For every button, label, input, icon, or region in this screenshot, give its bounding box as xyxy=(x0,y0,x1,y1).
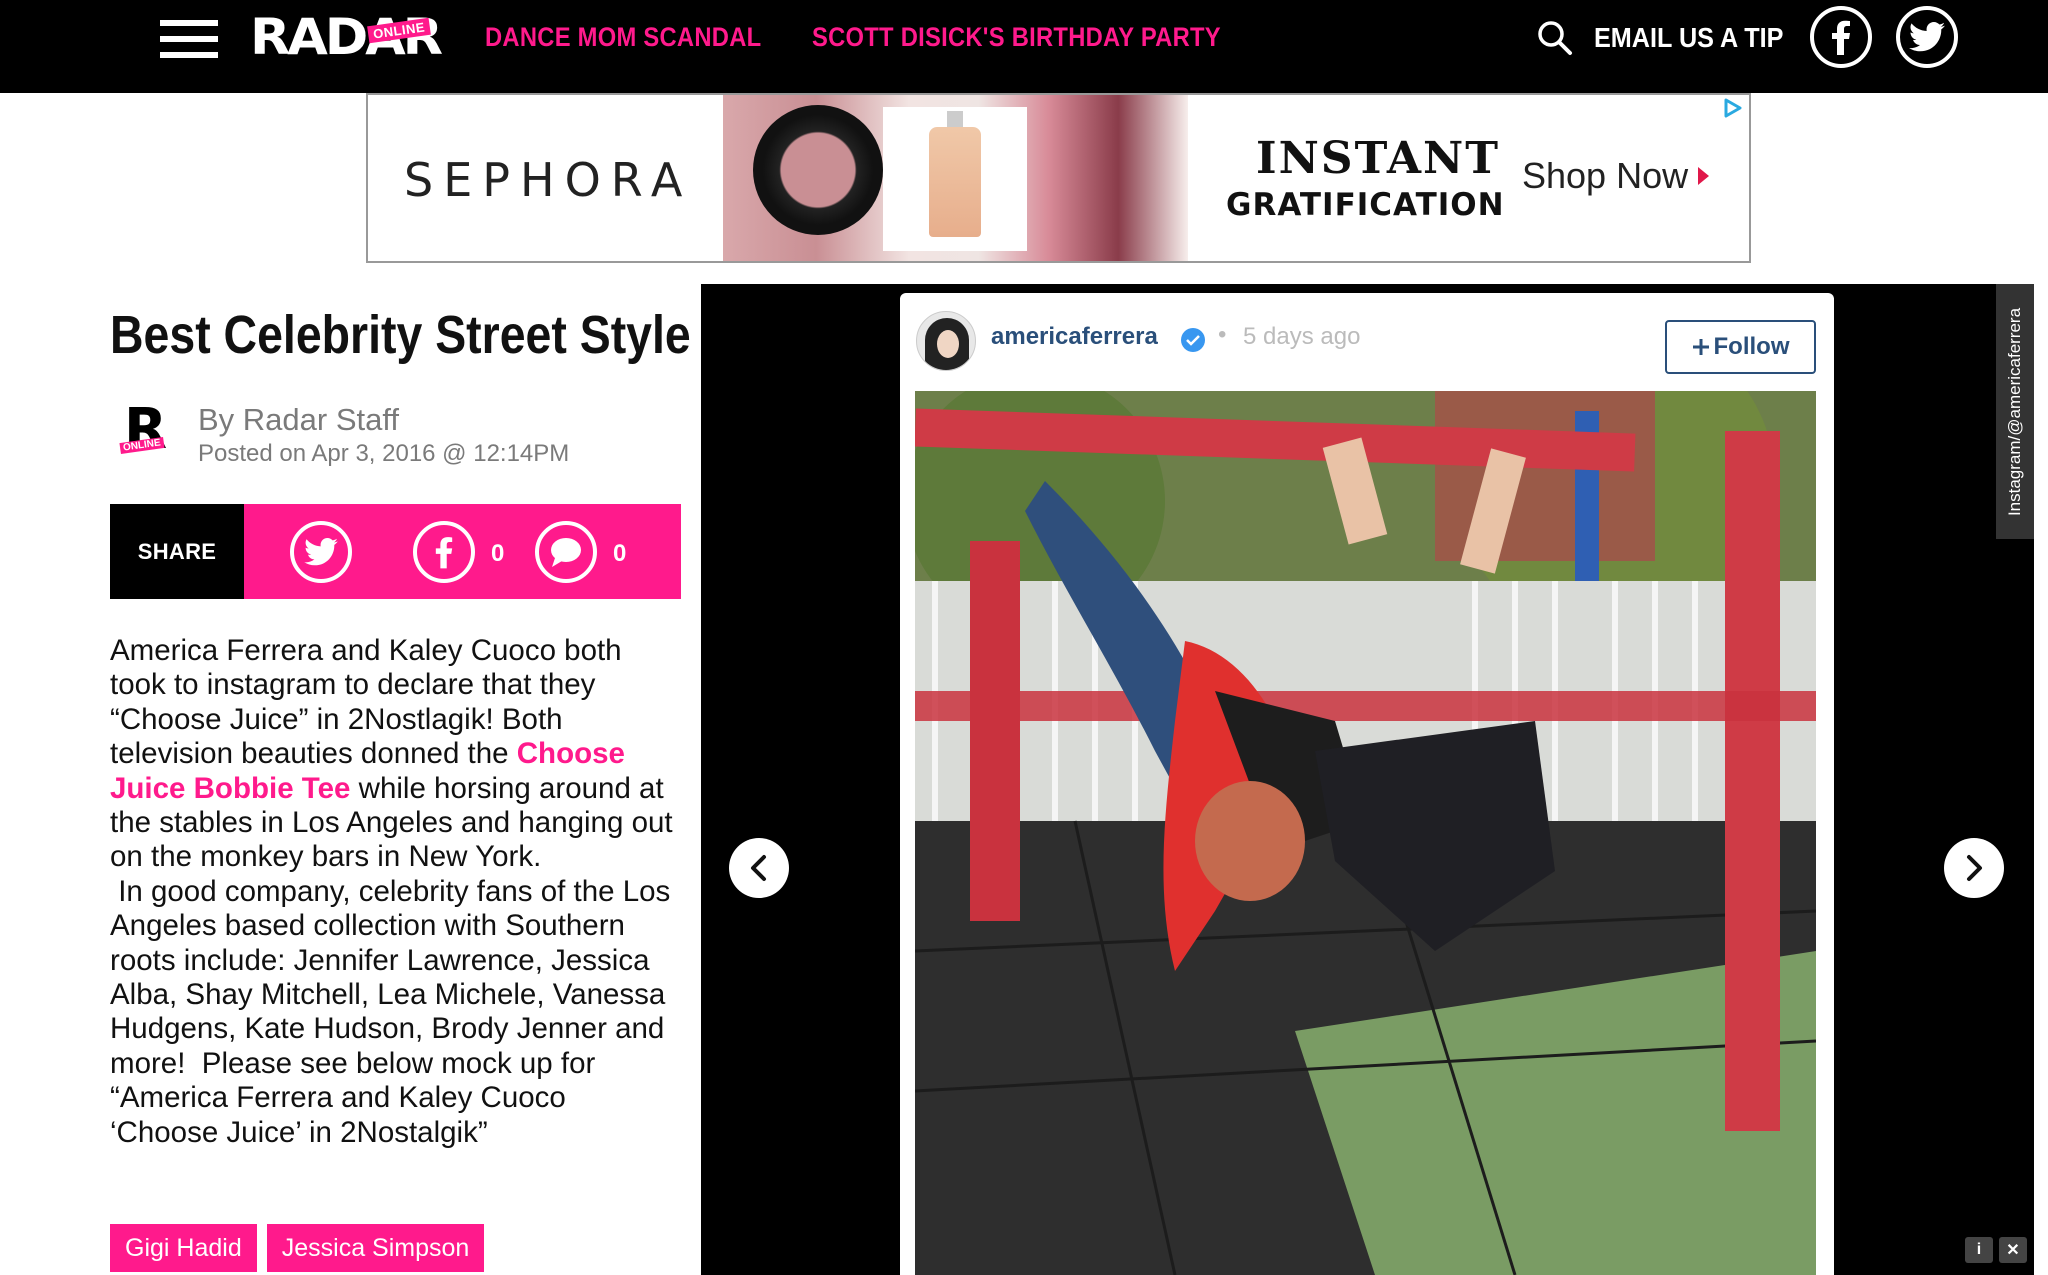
facebook-icon xyxy=(435,537,453,569)
share-bar: SHARE 0 0 xyxy=(110,504,681,599)
ad-shop-now[interactable]: Shop Now xyxy=(1522,155,1710,197)
verified-badge-icon xyxy=(1181,328,1205,352)
plus-icon xyxy=(1692,339,1709,355)
adchoices-icon[interactable] xyxy=(1721,97,1743,119)
bottle-image xyxy=(883,107,1027,251)
photo-credit-text: Instagram/@americaferrera xyxy=(2005,307,2024,516)
photo-gallery: americaferrera • 5 days ago Follow Insta… xyxy=(701,284,2034,1275)
site-logo[interactable]: RADAR ONLINE xyxy=(250,12,443,62)
nav-link-scott-disick-birthday[interactable]: SCOTT DISICK'S BIRTHDAY PARTY xyxy=(812,20,1221,54)
twitter-icon xyxy=(1909,22,1945,52)
instagram-photo[interactable] xyxy=(915,391,1816,1275)
twitter-button[interactable] xyxy=(1896,6,1958,68)
tag-list: Gigi Hadid Jessica Simpson xyxy=(110,1224,485,1272)
article-paragraph: America Ferrera and Kaley Cuoco both too… xyxy=(110,634,673,874)
ad-product-image xyxy=(723,95,1188,261)
share-facebook-button[interactable] xyxy=(413,521,475,583)
comment-count: 0 xyxy=(613,540,627,567)
monkey-bars-photo xyxy=(915,391,1816,1275)
article-title: Best Celebrity Street Style xyxy=(110,305,691,365)
twitter-icon xyxy=(304,538,338,566)
chevron-left-icon xyxy=(751,855,766,881)
instagram-avatar[interactable] xyxy=(916,311,976,371)
instagram-username[interactable]: americaferrera xyxy=(991,323,1158,351)
sephora-ad-banner[interactable]: SEPHORA INSTANT GRATIFICATION Shop Now xyxy=(366,93,1751,263)
site-header: RADAR ONLINE DANCE MOM SCANDAL SCOTT DIS… xyxy=(0,0,2048,93)
follow-button[interactable]: Follow xyxy=(1665,320,1816,374)
tag-gigi-hadid[interactable]: Gigi Hadid xyxy=(110,1224,257,1272)
menu-icon[interactable] xyxy=(160,20,218,58)
email-tip-link[interactable]: EMAIL US A TIP xyxy=(1594,21,1783,55)
close-icon[interactable]: ✕ xyxy=(1999,1237,2027,1263)
author-avatar: R ONLINE xyxy=(118,402,178,464)
instagram-embed: americaferrera • 5 days ago Follow xyxy=(900,293,1834,1275)
share-label: SHARE xyxy=(110,504,244,599)
blush-compact-image xyxy=(753,105,883,235)
separator-dot: • xyxy=(1218,321,1227,348)
play-arrow-icon xyxy=(1698,167,1710,185)
share-twitter-button[interactable] xyxy=(290,521,352,583)
article-paragraph: In good company, celebrity fans of the L… xyxy=(110,874,671,1149)
facebook-button[interactable] xyxy=(1810,6,1872,68)
article-body: America Ferrera and Kaley Cuoco both too… xyxy=(110,634,682,1150)
previous-slide-button[interactable] xyxy=(729,838,789,898)
byline: By Radar Staff xyxy=(198,402,400,437)
instagram-timestamp: 5 days ago xyxy=(1243,323,1361,350)
comments-button[interactable] xyxy=(535,521,597,583)
search-icon[interactable] xyxy=(1537,20,1573,56)
facebook-share-count: 0 xyxy=(491,540,505,567)
chevron-right-icon xyxy=(1967,855,1982,881)
nav-link-dance-mom-scandal[interactable]: DANCE MOM SCANDAL xyxy=(485,20,761,54)
ad-headline-1: INSTANT xyxy=(1256,133,1501,184)
comment-icon xyxy=(551,538,581,567)
facebook-icon xyxy=(1832,20,1850,55)
info-icon[interactable]: i xyxy=(1965,1237,1993,1263)
ad-brand: SEPHORA xyxy=(404,153,693,207)
follow-label: Follow xyxy=(1713,333,1790,360)
ad-headline-2: GRATIFICATION xyxy=(1226,187,1505,223)
posted-date: Posted on Apr 3, 2016 @ 12:14PM xyxy=(198,440,570,467)
photo-credit: Instagram/@americaferrera xyxy=(1996,284,2034,539)
ad-cta-label: Shop Now xyxy=(1522,155,1689,196)
tag-jessica-simpson[interactable]: Jessica Simpson xyxy=(266,1224,485,1272)
next-slide-button[interactable] xyxy=(1944,838,2004,898)
